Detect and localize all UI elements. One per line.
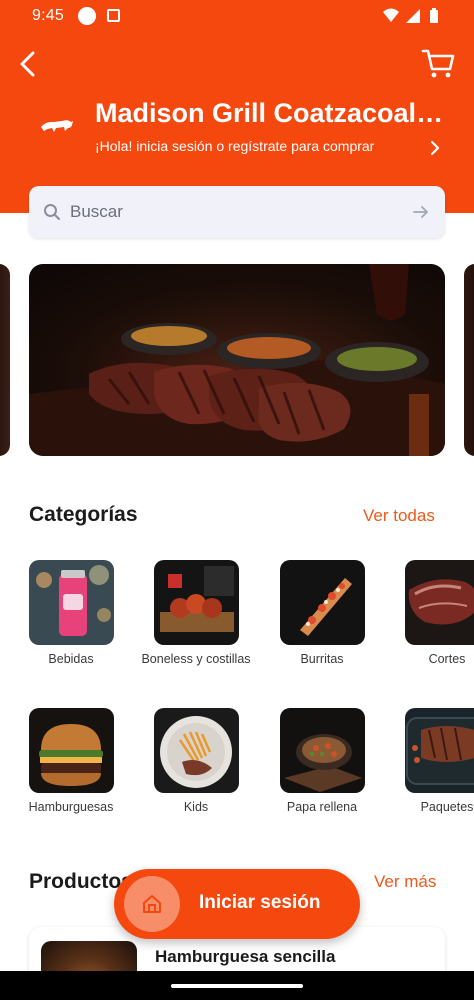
arrow-right-icon[interactable] [413, 205, 429, 219]
notification-a-icon [107, 9, 120, 22]
categories-title: Categorías [29, 503, 138, 526]
home-icon [143, 895, 161, 913]
category-image [29, 560, 114, 645]
steak-banner-image [29, 264, 445, 456]
store-name: Madison Grill Coatzacoalcos [95, 98, 455, 128]
category-label: Paquetes [420, 800, 474, 814]
category-image [280, 560, 365, 645]
category-image [405, 560, 474, 645]
system-nav-bar [0, 971, 474, 1000]
see-more-products-link[interactable]: Ver más [374, 872, 436, 892]
category-label: Burritas [300, 652, 344, 666]
app-screen: 9:45 Madison Grill Coatzacoalcos ¡Hola! … [0, 0, 474, 1000]
promo-banner[interactable] [29, 264, 445, 456]
signal-icon [406, 9, 420, 23]
status-icons [383, 8, 438, 23]
product-name: Hamburguesa sencilla [155, 947, 336, 966]
category-image [29, 708, 114, 793]
category-image [280, 708, 365, 793]
category-image [154, 708, 239, 793]
store-header: 9:45 Madison Grill Coatzacoalcos ¡Hola! … [0, 0, 474, 213]
chevron-right-icon[interactable] [426, 138, 444, 158]
category-label: Bebidas [48, 652, 94, 666]
store-logo [41, 120, 73, 132]
status-time: 9:45 [32, 7, 64, 24]
home-gesture-handle[interactable] [171, 984, 303, 988]
back-icon[interactable] [14, 48, 42, 80]
see-all-categories-link[interactable]: Ver todas [363, 506, 435, 526]
search-icon [44, 204, 60, 220]
wifi-icon [383, 8, 399, 22]
status-bar: 9:45 [0, 0, 474, 32]
category-label: Boneless y costillas [141, 652, 251, 666]
cart-icon[interactable] [420, 45, 456, 81]
category-label: Papa rellena [286, 800, 358, 814]
category-image [405, 708, 474, 793]
category-image [154, 560, 239, 645]
login-prompt[interactable]: ¡Hola! inicia sesión o regístrate para c… [95, 138, 374, 154]
banner-slide-next[interactable] [464, 264, 474, 456]
home-icon-circle [124, 876, 180, 932]
login-button[interactable]: Iniciar sesión [114, 869, 360, 939]
search-bar[interactable] [29, 186, 445, 238]
category-label: Kids [183, 800, 209, 814]
banner-slide-previous[interactable] [0, 264, 10, 456]
login-button-label: Iniciar sesión [199, 892, 321, 913]
notification-app-icon [78, 7, 96, 25]
category-label: Cortes [428, 652, 466, 666]
battery-icon [430, 8, 438, 23]
search-input[interactable] [70, 198, 390, 226]
category-label: Hamburguesas [28, 800, 114, 814]
